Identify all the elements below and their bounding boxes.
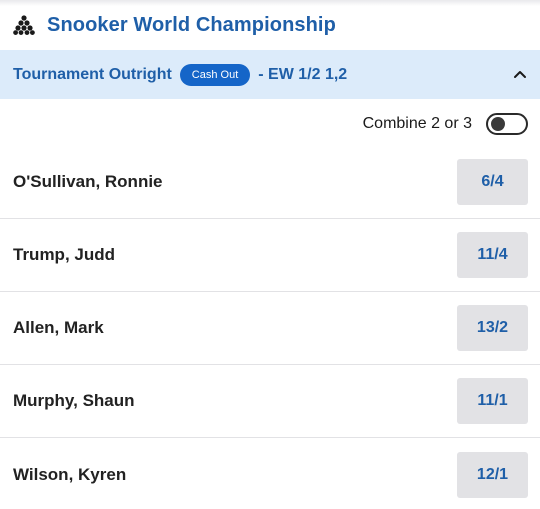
runner-row: Trump, Judd 11/4 (0, 219, 540, 292)
combine-toggle[interactable] (486, 113, 528, 135)
runner-list: O'Sullivan, Ronnie 6/4 Trump, Judd 11/4 … (0, 146, 540, 509)
odds-button[interactable]: 13/2 (457, 305, 528, 351)
runner-name: Allen, Mark (13, 318, 104, 337)
runner-row: Wilson, Kyren 12/1 (0, 438, 540, 509)
runner-row: Murphy, Shaun 11/1 (0, 365, 540, 438)
snooker-balls-icon (13, 15, 35, 35)
odds-button[interactable]: 6/4 (457, 159, 528, 205)
market-name: Tournament Outright (13, 65, 172, 83)
runner-row: Allen, Mark 13/2 (0, 292, 540, 365)
combine-label: Combine 2 or 3 (362, 115, 472, 132)
odds-button[interactable]: 11/1 (457, 378, 528, 424)
cash-out-badge: Cash Out (179, 63, 251, 86)
runner-name: Murphy, Shaun (13, 391, 135, 410)
runner-name: Wilson, Kyren (13, 464, 127, 484)
market-header[interactable]: Tournament Outright Cash Out - EW 1/2 1,… (0, 50, 540, 99)
event-title: Snooker World Championship (47, 13, 336, 36)
odds-button[interactable]: 11/4 (457, 232, 528, 278)
chevron-up-icon[interactable] (512, 66, 528, 82)
combine-row: Combine 2 or 3 (0, 108, 540, 140)
event-header: Snooker World Championship (0, 0, 540, 50)
odds-button[interactable]: 12/1 (457, 451, 528, 498)
runner-name: Trump, Judd (13, 245, 115, 264)
runner-row: O'Sullivan, Ronnie 6/4 (0, 146, 540, 219)
toggle-knob (491, 117, 505, 131)
each-way-terms: - EW 1/2 1,2 (258, 65, 348, 83)
runner-name: O'Sullivan, Ronnie (13, 172, 163, 191)
